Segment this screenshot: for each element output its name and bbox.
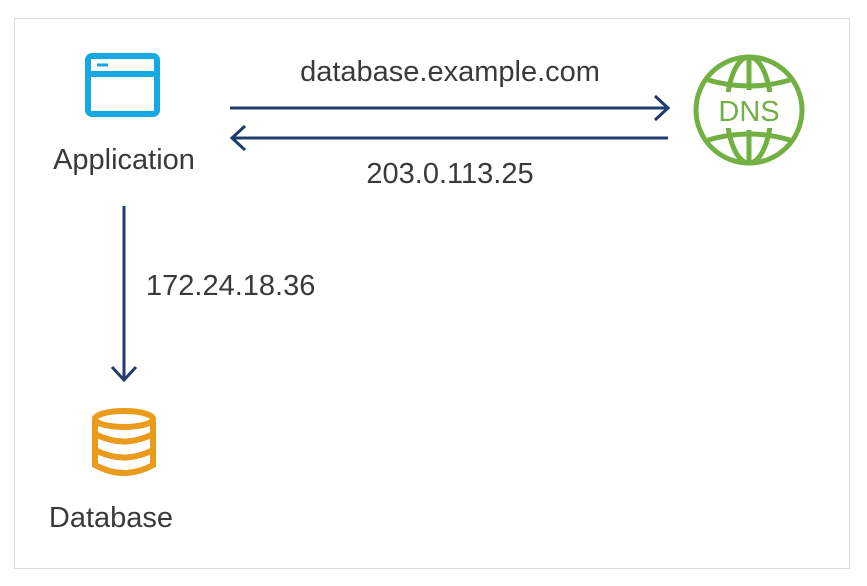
query-label: database.example.com (300, 56, 600, 88)
answer-arrow (229, 124, 668, 152)
database-ip-label: 172.24.18.36 (146, 270, 316, 302)
application-label: Application (53, 144, 195, 176)
dns-label: DNS (718, 96, 779, 128)
answer-label: 203.0.113.25 (366, 158, 534, 190)
database-icon (92, 408, 156, 476)
browser-window-icon (85, 53, 160, 117)
connect-arrow (110, 206, 138, 383)
query-arrow (230, 94, 671, 122)
database-label: Database (48, 502, 174, 534)
